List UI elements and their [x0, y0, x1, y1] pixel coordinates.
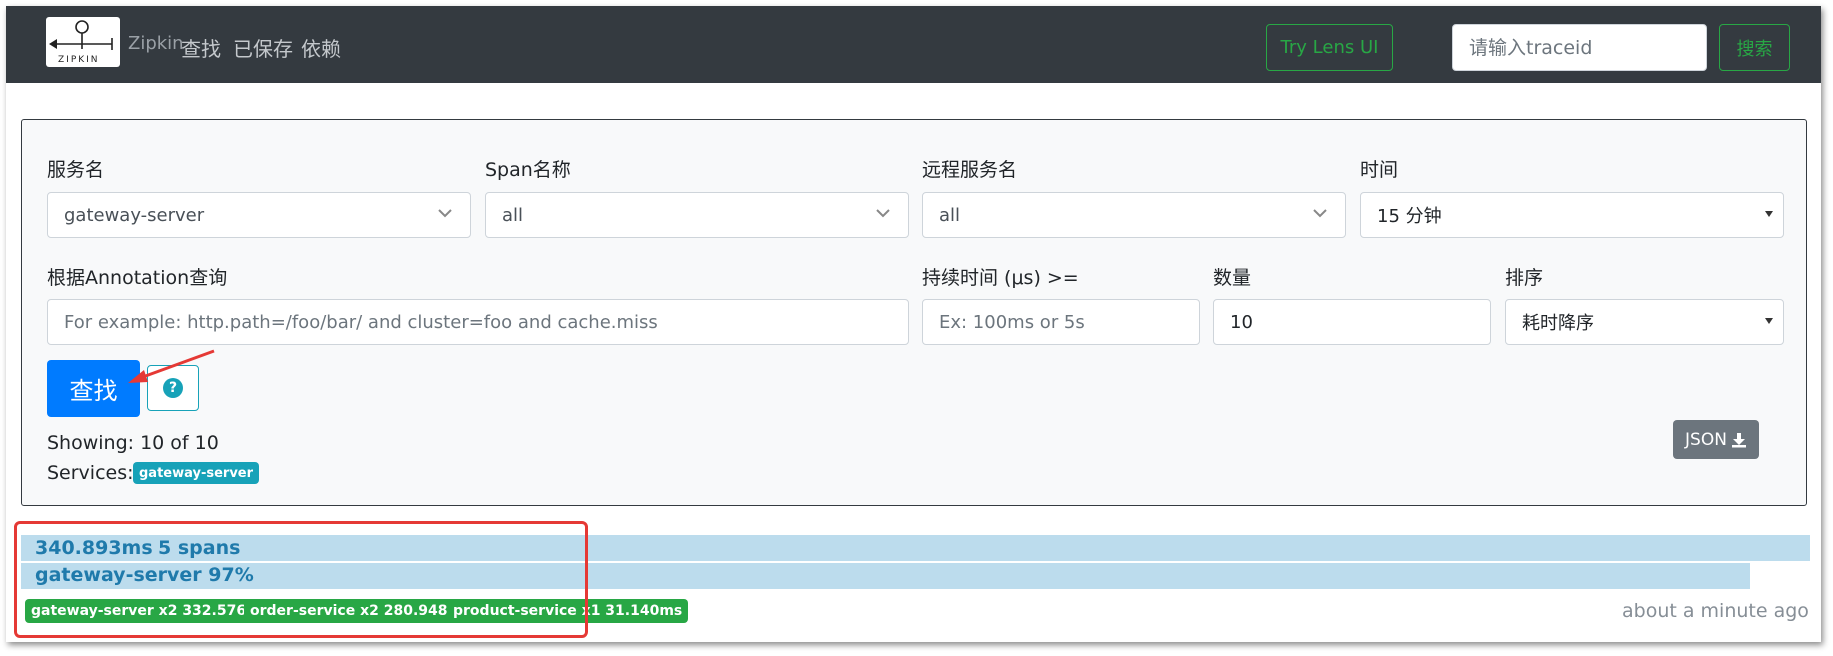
service-percent: gateway-server 97% [35, 564, 254, 586]
duration-label: 持续时间 (μs) >= [922, 267, 1079, 289]
json-label: JSON [1685, 429, 1727, 450]
limit-input[interactable]: 10 [1213, 299, 1491, 345]
remote-service-value: all [939, 204, 961, 226]
time-value: 15 分钟 [1377, 206, 1442, 227]
duration-input[interactable]: Ex: 100ms or 5s [922, 299, 1200, 345]
help-button[interactable]: ? [147, 365, 199, 411]
trace-span-count: 5 spans [158, 537, 241, 559]
service-badge[interactable]: gateway-server [133, 462, 260, 484]
json-download-button[interactable]: JSON [1673, 420, 1759, 459]
service-duration-tag: product-service x1 31.140ms [447, 599, 689, 623]
try-lens-button[interactable]: Try Lens UI [1266, 24, 1393, 71]
remote-service-label: 远程服务名 [922, 159, 1018, 181]
service-duration-tag: order-service x2 280.948ms [244, 599, 477, 623]
service-percent-bar[interactable] [21, 563, 1750, 589]
question-icon: ? [163, 378, 183, 398]
annotation-query-input[interactable]: For example: http.path=/foo/bar/ and clu… [47, 299, 909, 345]
showing-count: Showing: 10 of 10 [47, 432, 219, 454]
limit-label: 数量 [1213, 267, 1252, 289]
span-name-label: Span名称 [485, 159, 571, 181]
search-trace-button[interactable]: 搜索 [1719, 24, 1790, 71]
sort-label: 排序 [1505, 267, 1544, 289]
nav-find[interactable]: 查找 [181, 33, 221, 62]
service-name-value: gateway-server [64, 204, 205, 226]
zipkin-logo[interactable]: ZIPKIN [46, 17, 120, 67]
brand-name[interactable]: Zipkin [128, 33, 184, 54]
nav-saved[interactable]: 已保存 [233, 33, 293, 62]
span-name-select[interactable]: all [485, 192, 909, 238]
chevron-down-icon [1313, 209, 1327, 218]
app-window: ZIPKIN Zipkin 查找 已保存 依赖 Try Lens UI 搜索 服… [6, 6, 1821, 642]
chevron-down-icon [438, 209, 452, 218]
caret-down-icon [1765, 318, 1773, 324]
chevron-down-icon [876, 209, 890, 218]
span-name-value: all [502, 204, 524, 226]
remote-service-select[interactable]: all [922, 192, 1346, 238]
service-duration-tag: gateway-server x2 332.576ms [25, 599, 276, 623]
annotation-query-label: 根据Annotation查询 [47, 267, 228, 289]
services-label: Services: [47, 462, 134, 484]
duration-placeholder: Ex: 100ms or 5s [939, 311, 1085, 333]
limit-value: 10 [1230, 311, 1253, 333]
download-icon [1731, 432, 1746, 447]
traceid-input[interactable] [1452, 24, 1707, 71]
trace-duration-bar[interactable] [21, 535, 1810, 561]
find-button[interactable]: 查找 [47, 360, 140, 417]
logo-text: ZIPKIN [58, 55, 100, 65]
time-label: 时间 [1360, 159, 1399, 181]
service-name-select[interactable]: gateway-server [47, 192, 471, 238]
time-select[interactable]: 15 分钟 [1360, 192, 1784, 238]
annotation-query-placeholder: For example: http.path=/foo/bar/ and clu… [64, 311, 658, 333]
sort-select[interactable]: 耗时降序 [1505, 299, 1784, 345]
trace-timestamp: about a minute ago [1622, 600, 1809, 622]
caret-down-icon [1765, 211, 1773, 217]
nav-dependencies[interactable]: 依赖 [301, 33, 341, 62]
navbar: ZIPKIN Zipkin 查找 已保存 依赖 Try Lens UI 搜索 [6, 6, 1821, 83]
service-name-label: 服务名 [47, 159, 105, 181]
trace-duration: 340.893ms [35, 537, 153, 559]
sort-value: 耗时降序 [1522, 313, 1594, 334]
